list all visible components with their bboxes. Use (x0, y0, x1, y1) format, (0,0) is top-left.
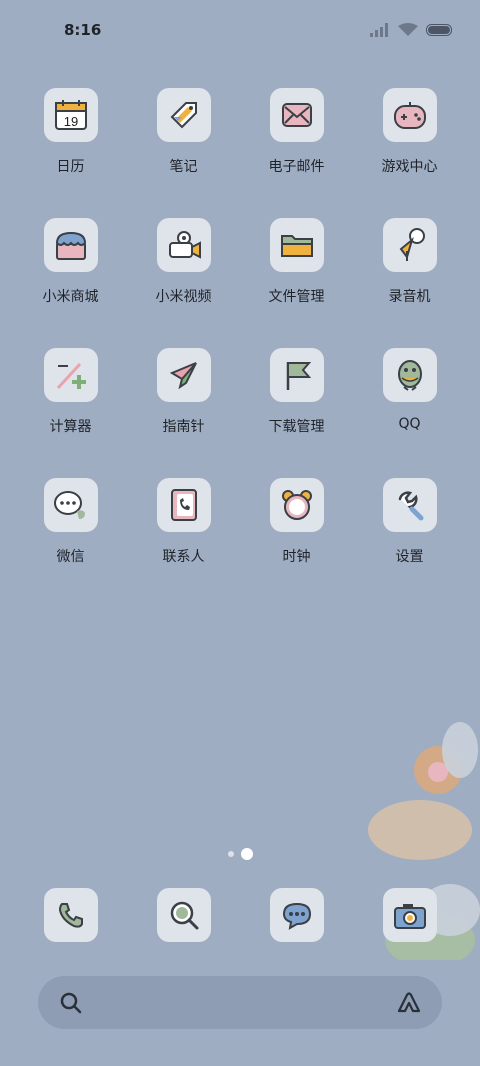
qq-penguin-icon (382, 348, 437, 402)
mi-video-icon (156, 218, 211, 272)
game-center-icon (382, 88, 437, 142)
page-dot[interactable] (227, 851, 234, 857)
search-bar[interactable] (38, 976, 442, 1029)
dock-camera[interactable] (353, 888, 466, 942)
app-wechat[interactable]: 微信 (14, 478, 127, 566)
app-mi-video[interactable]: 小米视频 (127, 218, 240, 306)
wrench-settings-icon (382, 478, 437, 532)
page-dot-active[interactable] (240, 848, 253, 860)
app-calendar[interactable]: 19 日历 (14, 88, 127, 176)
app-recorder[interactable]: 录音机 (353, 218, 466, 306)
wifi-icon (398, 23, 418, 36)
app-label: 时钟 (282, 549, 311, 565)
app-clock[interactable]: 时钟 (240, 478, 353, 566)
file-manager-icon (269, 218, 324, 272)
dock-phone[interactable] (14, 888, 127, 942)
app-label: 笔记 (169, 159, 198, 175)
calendar-icon: 19 (43, 88, 98, 142)
phone-icon (43, 888, 98, 942)
app-mi-store[interactable]: 小米商城 (14, 218, 127, 306)
app-label: 文件管理 (268, 289, 325, 305)
dock-messages[interactable] (240, 888, 353, 942)
app-label: 日历 (56, 159, 85, 175)
status-time: 8:16 (64, 21, 102, 39)
battery-icon (426, 24, 452, 36)
mi-store-icon (43, 218, 98, 272)
page-indicator (0, 848, 480, 860)
dock-browser[interactable] (127, 888, 240, 942)
app-label: 计算器 (49, 419, 92, 435)
app-label: 电子邮件 (268, 159, 325, 175)
app-label: 游戏中心 (381, 159, 438, 175)
app-email[interactable]: 电子邮件 (240, 88, 353, 176)
app-label: 小米商城 (42, 289, 99, 305)
contacts-icon (156, 478, 211, 532)
app-game-center[interactable]: 游戏中心 (353, 88, 466, 176)
alarm-clock-icon (269, 478, 324, 532)
app-label: 指南针 (162, 419, 205, 435)
wechat-icon (43, 478, 98, 532)
download-flag-icon (269, 348, 324, 402)
browser-search-icon (156, 888, 211, 942)
app-label: 联系人 (162, 549, 205, 565)
email-icon (269, 88, 324, 142)
app-settings[interactable]: 设置 (353, 478, 466, 566)
signal-icon (370, 23, 388, 37)
search-icon (60, 992, 82, 1014)
notes-tag-icon (156, 88, 211, 142)
camera-icon (382, 888, 437, 942)
app-contacts[interactable]: 联系人 (127, 478, 240, 566)
status-icons (370, 23, 454, 37)
compass-icon (156, 348, 211, 402)
app-qq[interactable]: QQ (353, 348, 466, 432)
svg-text:19: 19 (63, 114, 77, 129)
app-label: QQ (398, 416, 421, 432)
calculator-icon (43, 348, 98, 402)
app-download-manager[interactable]: 下载管理 (240, 348, 353, 436)
app-compass[interactable]: 指南针 (127, 348, 240, 436)
assistant-icon[interactable] (396, 991, 422, 1013)
app-label: 录音机 (388, 289, 431, 305)
app-label: 微信 (56, 549, 85, 565)
app-label: 设置 (395, 549, 424, 565)
app-label: 小米视频 (155, 289, 212, 305)
app-label: 下载管理 (268, 419, 325, 435)
recorder-icon (382, 218, 437, 272)
status-bar: 8:16 (0, 0, 480, 62)
app-file-manager[interactable]: 文件管理 (240, 218, 353, 306)
app-calculator[interactable]: 计算器 (14, 348, 127, 436)
app-notes[interactable]: 笔记 (127, 88, 240, 176)
dock (0, 888, 480, 944)
messages-icon (269, 888, 324, 942)
